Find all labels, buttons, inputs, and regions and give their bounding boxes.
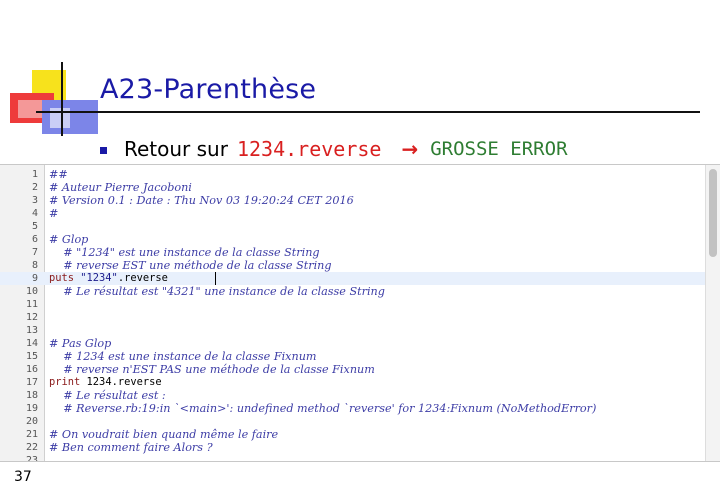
code-editor[interactable]: 1 ## 2 # Auteur Pierre Jacoboni 3 # Version 0… [0,164,720,462]
code-token: "1234" [80,272,118,284]
code-line[interactable]: 1 ## [0,168,706,181]
code-lines[interactable]: 1 ## 2 # Auteur Pierre Jacoboni 3 # Version 0… [0,168,706,462]
code-token: puts [49,272,81,284]
code-line[interactable]: 8 # reverse EST une méthode de la classe… [0,259,706,272]
code-line[interactable]: 21 # On voudrait bien quand même le faire [0,428,706,441]
code-text: # 1234 est une instance de la classe Fix… [49,350,317,364]
line-number: 6 [31,234,38,245]
code-text: # reverse EST une méthode de la classe S… [49,259,332,273]
line-number: 2 [31,182,38,193]
page-number: 37 [14,469,32,485]
code-text: # Auteur Pierre Jacoboni [49,181,192,195]
code-line[interactable]: 11 [0,298,706,311]
code-token: # reverse n'EST PAS une méthode de la cl… [49,363,375,376]
line-number: 4 [31,208,38,219]
line-number: 8 [31,260,38,271]
code-text: # [49,207,58,221]
code-text: # Version 0.1 : Date : Thu Nov 03 19:20:… [49,194,354,208]
line-number: 21 [25,429,38,440]
code-text: # "1234" est une instance de la classe S… [49,246,320,260]
code-line[interactable]: 23 [0,454,706,462]
logo-vertical-rule [61,62,63,136]
code-line[interactable]: 15 # 1234 est une instance de la classe … [0,350,706,363]
code-line[interactable]: 4 # [0,207,706,220]
line-number: 5 [31,221,38,232]
code-text: ## [49,168,68,182]
line-number: 23 [25,455,38,462]
line-number: 7 [31,247,38,258]
code-token: 1234.reverse [86,376,162,388]
code-text: # Le résultat est "4321" une instance de… [49,285,385,299]
line-number: 20 [25,416,38,427]
slide-title: A23-Parenthèse [100,74,317,105]
arrow-right-icon: → [401,137,419,161]
line-number: 15 [25,351,38,362]
code-token: # 1234 est une instance de la classe Fix… [49,350,317,363]
code-text: # Glop [49,233,88,247]
scrollbar-thumb[interactable] [709,169,717,257]
code-text: # Reverse.rb:19:in `<main>': undefined m… [49,402,596,416]
line-number: 17 [25,377,38,388]
line-number: 11 [25,299,38,310]
code-line[interactable]: 7 # "1234" est une instance de la classe… [0,246,706,259]
code-text: print 1234.reverse [49,376,162,389]
bullet-text: Retour sur [124,137,228,161]
code-line[interactable]: 17 print 1234.reverse [0,376,706,389]
bullet-item: Retour sur 1234.reverse → GROSSE ERROR [100,136,568,162]
line-number: 18 [25,390,38,401]
code-line[interactable]: 2 # Auteur Pierre Jacoboni [0,181,706,194]
code-line[interactable]: 20 [0,415,706,428]
code-text: # On voudrait bien quand même le faire [49,428,278,442]
code-token: # Glop [49,233,89,246]
code-line[interactable]: 22 # Ben comment faire Alors ? [0,441,706,454]
line-number: 12 [25,312,38,323]
code-token: # Version 0.1 : Date : Thu Nov 03 19:20:… [49,194,354,207]
code-line[interactable]: 10 # Le résultat est "4321" une instance… [0,285,706,298]
code-token: # Reverse.rb:19:in `<main>': undefined m… [49,402,597,415]
line-number: 14 [25,338,38,349]
code-line[interactable]: 14 # Pas Glop [0,337,706,350]
vertical-scrollbar[interactable] [705,165,720,461]
code-line[interactable]: 6 # Glop [0,233,706,246]
code-line[interactable]: 13 [0,324,706,337]
code-token: ## [49,168,68,181]
code-token: # reverse EST une méthode de la classe S… [49,259,332,272]
code-token: # Le résultat est : [49,389,166,402]
code-token: # Pas Glop [49,337,112,350]
line-number: 13 [25,325,38,336]
bullet-square-icon [100,147,107,154]
code-line[interactable]: 19 # Reverse.rb:19:in `<main>': undefine… [0,402,706,415]
line-number: 10 [25,286,38,297]
title-underline [36,111,700,113]
bullet-code: 1234.reverse [236,137,382,161]
line-number: 22 [25,442,38,453]
code-token: # Ben comment faire Alors ? [49,441,213,454]
line-number: 9 [31,273,38,284]
code-text: # Ben comment faire Alors ? [49,441,213,455]
code-token: # On voudrait bien quand même le faire [49,428,279,441]
bullet-result: GROSSE ERROR [430,138,568,160]
code-line[interactable]: 16 # reverse n'EST PAS une méthode de la… [0,363,706,376]
code-token: print [49,376,87,388]
line-number: 19 [25,403,38,414]
code-text: # Pas Glop [49,337,111,351]
code-token: # Auteur Pierre Jacoboni [49,181,192,194]
line-number: 1 [31,169,38,180]
code-line[interactable]: 12 [0,311,706,324]
code-text: # Le résultat est : [49,389,166,403]
code-token: # Le résultat est "4321" une instance de… [49,285,385,298]
code-line[interactable]: 18 # Le résultat est : [0,389,706,402]
code-token: .reverse [117,272,168,284]
line-number: 16 [25,364,38,375]
code-token: # [49,207,59,220]
line-number: 3 [31,195,38,206]
text-cursor [215,272,216,285]
code-token: # "1234" est une instance de la classe S… [49,246,320,259]
code-text: # reverse n'EST PAS une méthode de la cl… [49,363,375,377]
code-line[interactable]: 9 puts "1234".reverse [0,272,706,285]
code-line[interactable]: 3 # Version 0.1 : Date : Thu Nov 03 19:20… [0,194,706,207]
code-line[interactable]: 5 [0,220,706,233]
code-text: puts "1234".reverse [49,272,168,285]
